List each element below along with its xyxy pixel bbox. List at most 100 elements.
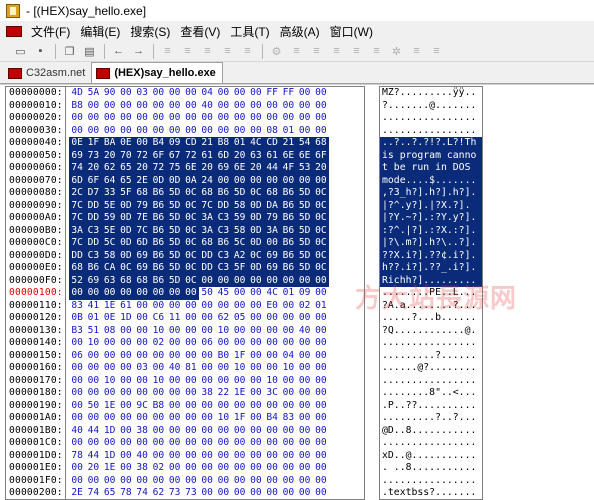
hex-byte[interactable]: 58 xyxy=(231,224,248,237)
hex-byte[interactable]: 02 xyxy=(297,300,313,313)
hex-byte[interactable]: 6E xyxy=(182,162,199,175)
hex-byte[interactable]: 69 xyxy=(264,262,281,275)
hex-byte[interactable]: B6 xyxy=(150,212,167,225)
hex-byte[interactable]: B6 xyxy=(280,224,297,237)
hex-byte[interactable]: 00 xyxy=(248,487,264,499)
hex-byte[interactable]: 00 xyxy=(134,100,150,113)
hex-byte[interactable]: 00 xyxy=(85,112,101,125)
hex-byte[interactable]: 00 xyxy=(118,362,134,375)
hex-row[interactable]: 68 B6 CA 0C 69 B6 5D 0C DD C3 5F 0D 69 B… xyxy=(66,262,364,275)
hex-byte[interactable]: 00 xyxy=(134,137,151,150)
hex-byte[interactable]: 00 xyxy=(297,375,313,388)
ascii-row[interactable]: .........?..?... xyxy=(380,412,482,425)
hex-byte[interactable]: 00 xyxy=(264,475,280,488)
hex-byte[interactable]: 00 xyxy=(134,300,150,313)
hex-byte[interactable]: B6 xyxy=(280,212,297,225)
hex-byte[interactable]: 00 xyxy=(215,87,231,100)
hex-byte[interactable]: 0C xyxy=(182,237,199,250)
hex-byte[interactable]: 00 xyxy=(199,362,215,375)
tab-0[interactable]: C32asm.net xyxy=(4,63,91,83)
menu-item-1[interactable]: 编辑(E) xyxy=(75,22,125,40)
hex-byte[interactable]: 00 xyxy=(69,412,85,425)
hex-byte[interactable]: 00 xyxy=(134,412,150,425)
hex-byte[interactable]: 73 xyxy=(183,487,199,499)
hex-byte[interactable]: 20 xyxy=(247,162,264,175)
hex-byte[interactable]: 00 xyxy=(69,475,85,488)
hex-byte[interactable]: 0C xyxy=(182,212,199,225)
hex-row[interactable]: 00 00 00 00 00 00 00 00 00 00 00 00 08 0… xyxy=(66,125,364,138)
hex-byte[interactable]: 6E xyxy=(231,162,248,175)
hex-byte[interactable]: 00 xyxy=(264,112,280,125)
hex-byte[interactable]: 44 xyxy=(85,425,101,438)
hex-byte[interactable]: 00 xyxy=(232,112,248,125)
hex-byte[interactable]: 79 xyxy=(264,212,281,225)
hex-byte[interactable]: 00 xyxy=(199,450,215,463)
hex-byte[interactable]: 00 xyxy=(118,412,134,425)
hex-byte[interactable]: 5D xyxy=(166,249,183,262)
hex-byte[interactable]: 0A xyxy=(182,174,199,187)
hex-byte[interactable]: 00 xyxy=(215,362,231,375)
hex-byte[interactable]: 5F xyxy=(231,262,248,275)
hex-byte[interactable]: B6 xyxy=(280,249,297,262)
hex-byte[interactable]: 00 xyxy=(69,112,85,125)
hex-byte[interactable]: 5E xyxy=(101,199,118,212)
hex-byte[interactable]: 00 xyxy=(280,112,296,125)
hex-byte[interactable]: 68 xyxy=(264,187,281,200)
hex-byte[interactable]: 00 xyxy=(313,450,329,463)
tab-1[interactable]: (HEX)say_hello.exe xyxy=(91,62,223,83)
hex-byte[interactable]: 00 xyxy=(183,412,199,425)
hex-byte[interactable]: DD xyxy=(215,199,232,212)
hex-byte[interactable]: 5D xyxy=(296,237,313,250)
hex-byte[interactable]: B6 xyxy=(280,187,297,200)
hex-byte[interactable]: 1E xyxy=(102,300,118,313)
hex-byte[interactable]: 00 xyxy=(264,337,280,350)
hex-byte[interactable]: 00 xyxy=(313,462,329,475)
hex-byte[interactable]: 00 xyxy=(280,337,296,350)
ascii-row[interactable]: ?.......@....... xyxy=(380,100,482,113)
hex-byte[interactable]: 1E xyxy=(232,387,248,400)
hex-byte[interactable]: 00 xyxy=(134,387,150,400)
hex-byte[interactable]: 73 xyxy=(167,487,183,499)
hex-byte[interactable]: 68 xyxy=(199,237,216,250)
hex-byte[interactable]: 33 xyxy=(101,187,118,200)
hex-byte[interactable]: B8 xyxy=(150,400,166,413)
tool-12-icon[interactable]: ✲ xyxy=(388,43,405,59)
hex-byte[interactable]: 01 xyxy=(85,312,101,325)
hex-byte[interactable]: DD xyxy=(69,249,86,262)
hex-byte[interactable]: 02 xyxy=(150,462,166,475)
hex-byte[interactable]: 1F xyxy=(85,137,102,150)
hex-byte[interactable]: 00 xyxy=(297,425,313,438)
hex-byte[interactable]: B6 xyxy=(85,262,102,275)
hex-byte[interactable]: C3 xyxy=(85,224,102,237)
hex-byte[interactable]: 00 xyxy=(248,462,264,475)
hex-byte[interactable]: 5D xyxy=(166,237,183,250)
hex-byte[interactable]: 00 xyxy=(232,337,248,350)
hex-byte[interactable]: 5D xyxy=(166,212,183,225)
hex-byte[interactable]: 00 xyxy=(313,400,329,413)
hex-byte[interactable]: 00 xyxy=(199,437,215,450)
hex-byte[interactable]: 21 xyxy=(199,137,216,150)
hex-byte[interactable]: 0E xyxy=(69,137,86,150)
hex-byte[interactable]: 69 xyxy=(215,162,232,175)
hex-byte[interactable]: 00 xyxy=(264,350,280,363)
hex-byte[interactable]: 0C xyxy=(312,212,329,225)
hex-byte[interactable]: 00 xyxy=(297,100,313,113)
hex-byte[interactable]: 00 xyxy=(167,350,183,363)
hex-byte[interactable]: 00 xyxy=(150,450,166,463)
hex-byte[interactable]: 00 xyxy=(248,400,264,413)
hex-byte[interactable]: 00 xyxy=(183,375,199,388)
hex-row[interactable]: 00 00 00 00 00 00 00 00 00 00 00 00 00 0… xyxy=(66,112,364,125)
hex-byte[interactable]: 00 xyxy=(167,325,183,338)
tool-3-icon[interactable]: ≡ xyxy=(199,43,216,59)
hex-byte[interactable]: 6F xyxy=(312,149,329,162)
hex-byte[interactable]: 09 xyxy=(297,287,313,300)
hex-byte[interactable]: 0C xyxy=(312,262,329,275)
hex-byte[interactable]: 00 xyxy=(248,387,264,400)
hex-byte[interactable]: 00 xyxy=(118,437,134,450)
hex-byte[interactable]: 00 xyxy=(69,287,86,300)
hex-byte[interactable]: 00 xyxy=(232,287,248,300)
copy-icon[interactable]: ❐ xyxy=(61,43,78,59)
hex-byte[interactable]: 69 xyxy=(85,274,102,287)
hex-byte[interactable]: 10 xyxy=(280,362,296,375)
hex-byte[interactable]: 10 xyxy=(215,412,231,425)
